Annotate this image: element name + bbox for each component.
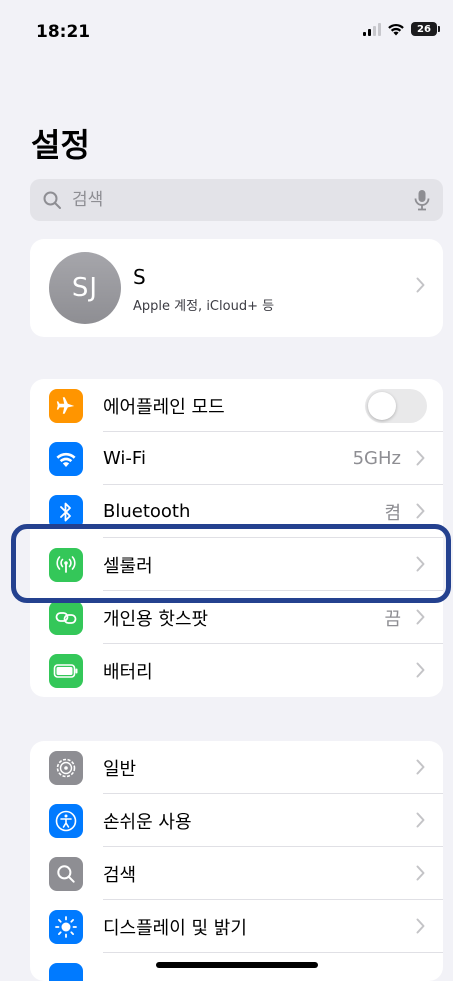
connectivity-group: 에어플레인 모드 Wi-Fi 5GHz Bluetooth 켬 (30, 379, 443, 697)
chevron-right-icon (416, 918, 425, 934)
settings-row-battery[interactable]: 배터리 (30, 644, 443, 697)
chevron-right-icon (416, 662, 425, 678)
gear-icon (49, 751, 83, 785)
settings-row-bluetooth[interactable]: Bluetooth 켬 (30, 485, 443, 538)
hotspot-link-icon (49, 601, 83, 635)
settings-row-label: 셀룰러 (103, 552, 153, 578)
settings-row-airplane-mode[interactable]: 에어플레인 모드 (30, 379, 443, 432)
battery-status-icon: 26 (411, 22, 437, 36)
avatar: SJ (49, 252, 121, 324)
settings-row-label: 손쉬운 사용 (103, 808, 192, 834)
status-icons: 26 (363, 22, 437, 36)
settings-row-label: 검색 (103, 861, 136, 887)
chevron-right-icon (416, 609, 425, 625)
cellular-antenna-icon (49, 548, 83, 582)
page-title: 설정 (31, 120, 90, 166)
hotspot-status-value: 끔 (384, 605, 401, 631)
settings-row-display-brightness[interactable]: 디스플레이 및 밝기 (30, 900, 443, 953)
wifi-status-icon (387, 22, 405, 36)
search-icon (49, 857, 83, 891)
apple-account-row[interactable]: SJ S Apple 계정, iCloud+ 등 (30, 239, 443, 337)
general-group: 일반 손쉬운 사용 검색 (30, 741, 443, 981)
settings-row-label: 디스플레이 및 밝기 (103, 914, 247, 940)
settings-row-label: Bluetooth (103, 501, 190, 522)
battery-icon (49, 654, 83, 688)
battery-level: 26 (417, 24, 431, 35)
settings-row-label: 일반 (103, 755, 136, 781)
settings-row-wifi[interactable]: Wi-Fi 5GHz (30, 432, 443, 485)
settings-row-label: Wi-Fi (103, 448, 146, 469)
chevron-right-icon (416, 277, 425, 293)
settings-row-label: 개인용 핫스팟 (103, 605, 208, 631)
chevron-right-icon (416, 865, 425, 881)
chevron-right-icon (416, 450, 425, 466)
search-input[interactable] (70, 189, 413, 211)
settings-row-cellular[interactable]: 셀룰러 (30, 538, 443, 591)
avatar-initials: SJ (72, 273, 98, 303)
wifi-network-value: 5GHz (353, 448, 401, 469)
chevron-right-icon (416, 759, 425, 775)
bluetooth-icon (49, 495, 83, 529)
settings-row-label: 배터리 (103, 658, 153, 684)
home-indicator (156, 962, 318, 968)
cellular-signal-icon (363, 22, 381, 36)
search-bar[interactable] (30, 179, 443, 221)
airplane-icon (49, 389, 83, 423)
status-bar: 18:21 26 (0, 0, 453, 64)
toggle-knob (368, 392, 396, 420)
wifi-icon (49, 442, 83, 476)
search-icon (42, 190, 62, 210)
settings-row-general[interactable]: 일반 (30, 741, 443, 794)
chevron-right-icon (416, 503, 425, 519)
status-time: 18:21 (36, 22, 90, 42)
microphone-icon[interactable] (413, 189, 431, 211)
profile-subtitle: Apple 계정, iCloud+ 등 (133, 295, 274, 314)
app-icon (49, 963, 83, 981)
brightness-sun-icon (49, 910, 83, 944)
accessibility-icon (49, 804, 83, 838)
settings-row-accessibility[interactable]: 손쉬운 사용 (30, 794, 443, 847)
bluetooth-status-value: 켬 (384, 499, 401, 525)
airplane-mode-toggle[interactable] (365, 389, 427, 423)
settings-row-label: 에어플레인 모드 (103, 393, 225, 419)
chevron-right-icon (416, 812, 425, 828)
profile-name: S (133, 265, 146, 289)
settings-row-search[interactable]: 검색 (30, 847, 443, 900)
chevron-right-icon (416, 556, 425, 572)
settings-row-personal-hotspot[interactable]: 개인용 핫스팟 끔 (30, 591, 443, 644)
